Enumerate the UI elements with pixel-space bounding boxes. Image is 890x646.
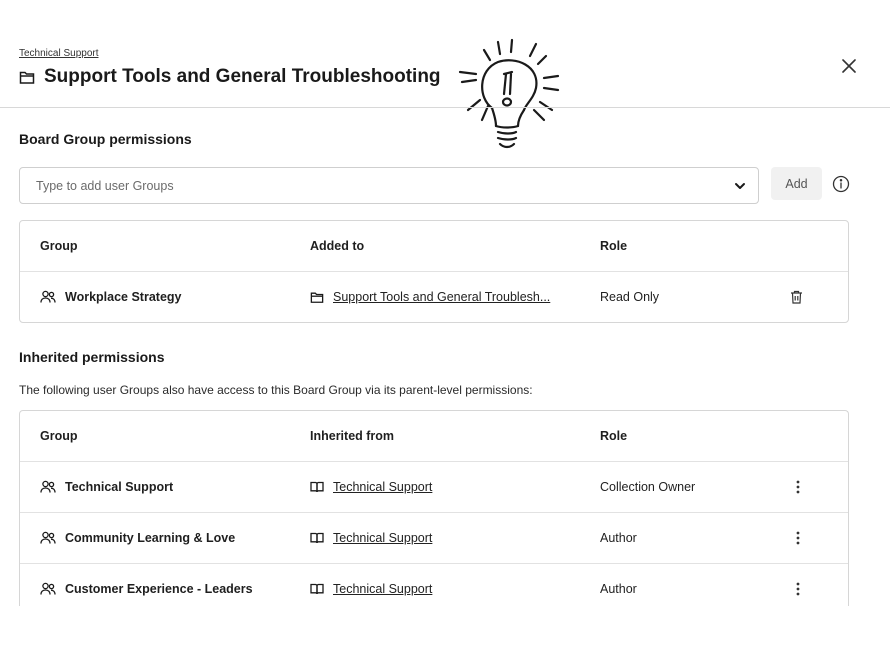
inherited-from-link[interactable]: Technical Support — [333, 480, 432, 494]
group-name: Workplace Strategy — [65, 290, 182, 304]
close-button[interactable] — [838, 55, 860, 77]
column-header-role: Role — [600, 429, 628, 443]
role-value: Read Only — [600, 290, 660, 304]
role-value: Collection Owner — [600, 480, 696, 494]
table-header-row: Group Inherited from Role — [20, 411, 848, 461]
user-group-icon — [40, 582, 56, 596]
inherited-from-link[interactable]: Technical Support — [333, 582, 432, 596]
page-title: Support Tools and General Troubleshootin… — [44, 66, 441, 87]
inherited-permissions-heading: Inherited permissions — [19, 349, 165, 365]
group-search-input[interactable] — [34, 177, 734, 194]
added-to-link[interactable]: Support Tools and General Troublesh... — [333, 290, 550, 304]
role-value: Author — [600, 531, 637, 545]
table-row: Customer Experience - Leaders Technical … — [20, 563, 848, 606]
column-header-group: Group — [40, 239, 78, 253]
table-row: Technical Support Technical Support Coll… — [20, 461, 848, 512]
user-group-icon — [40, 290, 56, 304]
book-icon — [310, 532, 324, 544]
inherited-permissions-description: The following user Groups also have acce… — [19, 383, 533, 397]
breadcrumb[interactable]: Technical Support — [19, 48, 99, 59]
folder-icon — [310, 291, 324, 304]
group-name: Technical Support — [65, 480, 174, 494]
table-row: Workplace Strategy Support Tools and Gen… — [20, 271, 848, 322]
role-value: Author — [600, 582, 637, 596]
table-header-row: Group Added to Role — [20, 221, 848, 271]
book-icon — [310, 481, 324, 493]
inherited-from-link[interactable]: Technical Support — [333, 531, 432, 545]
header-divider — [0, 107, 890, 108]
chevron-down-icon[interactable] — [734, 177, 746, 195]
group-name: Customer Experience - Leaders — [65, 582, 253, 596]
table-row: Community Learning & Love Technical Supp… — [20, 512, 848, 563]
user-group-icon — [40, 480, 56, 494]
inherited-permissions-table: Group Inherited from Role Technical Supp… — [19, 410, 849, 606]
close-icon — [842, 59, 856, 73]
more-options-icon[interactable] — [790, 529, 806, 547]
permissions-dialog: Technical Support Support Tools and Gene… — [0, 0, 890, 646]
more-options-icon[interactable] — [790, 478, 806, 496]
title-row: Support Tools and General Troubleshootin… — [19, 66, 441, 88]
column-header-role: Role — [600, 239, 628, 253]
group-search-select[interactable] — [19, 167, 759, 204]
column-header-group: Group — [40, 429, 78, 443]
folder-icon — [19, 70, 35, 85]
user-group-icon — [40, 531, 56, 545]
more-options-icon[interactable] — [790, 580, 806, 598]
add-button[interactable]: Add — [771, 167, 822, 200]
info-icon[interactable] — [832, 175, 850, 193]
lightbulb-icon — [454, 36, 566, 157]
board-permissions-table: Group Added to Role Workplace Strategy S… — [19, 220, 849, 323]
board-permissions-heading: Board Group permissions — [19, 131, 192, 147]
book-icon — [310, 583, 324, 595]
column-header-inherited-from: Inherited from — [310, 429, 395, 443]
column-header-added-to: Added to — [310, 239, 365, 253]
group-name: Community Learning & Love — [65, 531, 236, 545]
trash-icon[interactable] — [790, 290, 803, 304]
